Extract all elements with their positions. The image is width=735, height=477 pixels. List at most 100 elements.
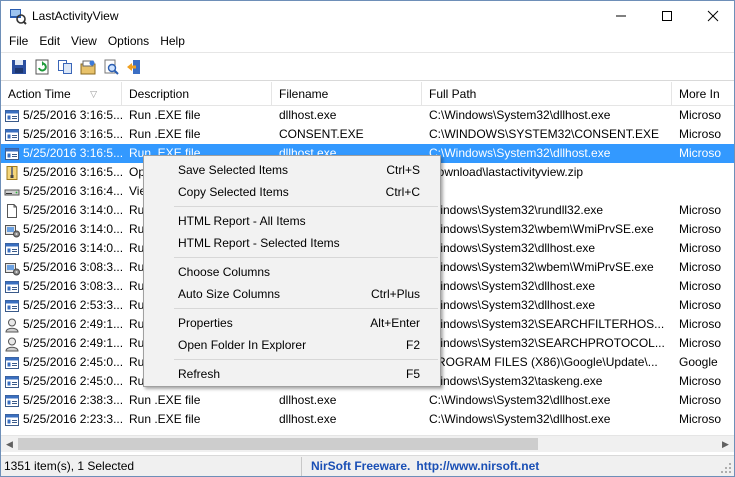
context-menu-item-auto-size-columns[interactable]: Auto Size Columns Ctrl+Plus xyxy=(144,283,440,305)
cell-more-info: Microso xyxy=(679,393,722,407)
cell-text: 5/25/2016 3:08:3... xyxy=(23,279,122,293)
scroll-left-icon[interactable]: ◀ xyxy=(1,436,18,453)
column-header-action-time[interactable]: Action Time ▽ xyxy=(1,82,122,106)
table-row[interactable]: 5/25/2016 2:23:3... Run .EXE file dllhost.… xyxy=(1,410,734,429)
cell-description: Run .EXE file xyxy=(129,127,201,141)
resize-grip-icon[interactable] xyxy=(720,462,732,474)
maximize-icon xyxy=(662,11,672,21)
cell-more-info: Microso xyxy=(679,260,722,274)
context-menu-item-open-folder-in-explorer[interactable]: Open Folder In Explorer F2 xyxy=(144,334,440,356)
menu-edit[interactable]: Edit xyxy=(34,32,65,51)
cell-action-time: 5/25/2016 2:53:3... xyxy=(1,296,122,315)
menu-help[interactable]: Help xyxy=(155,32,190,51)
table-row[interactable]: 5/25/2016 3:16:5... Run .EXE file CONSENT.… xyxy=(1,125,734,144)
cell-full-path: Windows\System32\dllhost.exe xyxy=(429,241,596,255)
cell-action-time: 5/25/2016 3:16:5... xyxy=(1,125,122,144)
find-button[interactable] xyxy=(99,55,122,78)
refresh-button[interactable] xyxy=(30,55,53,78)
menu-item-label: Refresh xyxy=(178,367,221,381)
menu-file[interactable]: File xyxy=(4,32,33,51)
menu-item-label: Properties xyxy=(178,316,233,330)
cell-text: 5/25/2016 2:49:1... xyxy=(23,317,122,331)
nirsoft-link[interactable]: NirSoft Freeware. http://www.nirsoft.net xyxy=(302,457,539,476)
menu-options[interactable]: Options xyxy=(103,32,154,51)
html-report-icon xyxy=(80,60,95,74)
cell-text: 5/25/2016 2:38:3... xyxy=(23,393,122,407)
menu-item-label: Copy Selected Items xyxy=(178,185,289,199)
menu-item-label: HTML Report - All Items xyxy=(178,214,306,228)
scrollbar-thumb[interactable] xyxy=(18,438,538,450)
zip-file-icon xyxy=(4,165,20,181)
cell-full-path: Windows\System32\dllhost.exe xyxy=(429,298,596,312)
context-menu-item-html-report-selected-items[interactable]: HTML Report - Selected Items xyxy=(144,232,440,254)
cell-text: 5/25/2016 3:16:5... xyxy=(23,108,122,122)
cell-filename: dllhost.exe xyxy=(279,412,337,426)
application-icon xyxy=(4,412,20,428)
cell-text: 5/25/2016 3:16:5... xyxy=(23,146,122,160)
menu-item-shortcut: Ctrl+C xyxy=(385,185,420,199)
menu-item-shortcut: Alt+Enter xyxy=(370,316,420,330)
context-menu-item-choose-columns[interactable]: Choose Columns xyxy=(144,261,440,283)
table-row[interactable]: 5/25/2016 2:38:3... Run .EXE file dllhost.… xyxy=(1,391,734,410)
menu-item-shortcut: F5 xyxy=(405,367,420,381)
horizontal-scrollbar[interactable]: ◀ ▶ xyxy=(1,435,734,452)
exit-button[interactable] xyxy=(122,55,145,78)
menu-separator xyxy=(174,206,438,207)
find-icon xyxy=(104,59,119,75)
cell-full-path xyxy=(422,182,672,201)
window-title: LastActivityView xyxy=(32,9,119,23)
cell-action-time: 5/25/2016 2:45:0... xyxy=(1,372,122,391)
cell-more-info xyxy=(672,182,734,201)
menu-view[interactable]: View xyxy=(66,32,102,51)
menu-item-shortcut: Ctrl+S xyxy=(386,163,420,177)
menu-item-shortcut: F2 xyxy=(405,338,420,352)
cell-full-path: C:\WINDOWS\SYSTEM32\CONSENT.EXE xyxy=(429,127,660,141)
cell-action-time: 5/25/2016 3:16:5... xyxy=(1,163,122,182)
scroll-right-icon[interactable]: ▶ xyxy=(717,436,734,453)
wmi-process-icon xyxy=(4,222,20,238)
html-report-button[interactable] xyxy=(76,55,99,78)
exit-icon xyxy=(126,59,140,74)
context-menu-item-copy-selected-items[interactable]: Copy Selected Items Ctrl+C xyxy=(144,181,440,203)
minimize-button[interactable] xyxy=(598,1,644,31)
context-menu-item-properties[interactable]: Properties Alt+Enter xyxy=(144,312,440,334)
context-menu-item-save-selected-items[interactable]: Save Selected Items Ctrl+S xyxy=(144,159,440,181)
cell-text: 5/25/2016 2:45:0... xyxy=(23,355,122,369)
wmi-process-icon xyxy=(4,260,20,276)
context-menu-item-refresh[interactable]: Refresh F5 xyxy=(144,363,440,385)
document-icon xyxy=(4,203,20,219)
copy-button[interactable] xyxy=(53,55,76,78)
cell-action-time: 5/25/2016 2:49:1... xyxy=(1,315,122,334)
column-header-filename[interactable]: Filename xyxy=(272,82,422,106)
menu-bar: File Edit View Options Help xyxy=(1,31,734,52)
cell-more-info: Microso xyxy=(679,298,722,312)
column-header-description[interactable]: Description xyxy=(122,82,272,106)
status-bar: 1351 item(s), 1 Selected NirSoft Freewar… xyxy=(1,455,734,476)
cell-more-info: Microso xyxy=(679,279,722,293)
cell-more-info: Microso xyxy=(679,108,722,122)
cell-filename: CONSENT.EXE xyxy=(279,127,364,141)
cell-full-path: Download\lastactivityview.zip xyxy=(429,165,584,179)
cell-filename: dllhost.exe xyxy=(279,393,337,407)
maximize-button[interactable] xyxy=(644,1,690,31)
close-button[interactable] xyxy=(690,1,734,31)
close-icon xyxy=(707,10,719,22)
column-header-full-path[interactable]: Full Path xyxy=(422,82,672,106)
menu-item-label: Save Selected Items xyxy=(178,163,289,177)
cell-text: 5/25/2016 2:45:0... xyxy=(23,374,122,388)
cell-text: 5/25/2016 3:14:0... xyxy=(23,203,122,217)
title-bar[interactable]: LastActivityView xyxy=(1,1,734,31)
context-menu-item-html-report-all-items[interactable]: HTML Report - All Items xyxy=(144,210,440,232)
cell-text: 5/25/2016 3:14:0... xyxy=(23,222,122,236)
table-row[interactable]: 5/25/2016 3:16:5... Run .EXE file dllhost.… xyxy=(1,106,734,125)
save-button[interactable] xyxy=(7,55,30,78)
column-label: Action Time xyxy=(8,87,71,101)
cell-action-time: 5/25/2016 3:14:0... xyxy=(1,220,122,239)
cell-text: 5/25/2016 2:53:3... xyxy=(23,298,122,312)
refresh-icon xyxy=(35,59,48,74)
save-icon xyxy=(11,59,26,74)
application-icon xyxy=(4,241,20,257)
menu-item-label: HTML Report - Selected Items xyxy=(178,236,340,250)
column-header-more-info[interactable]: More In xyxy=(672,82,734,106)
cell-full-path: Windows\System32\taskeng.exe xyxy=(429,374,603,388)
